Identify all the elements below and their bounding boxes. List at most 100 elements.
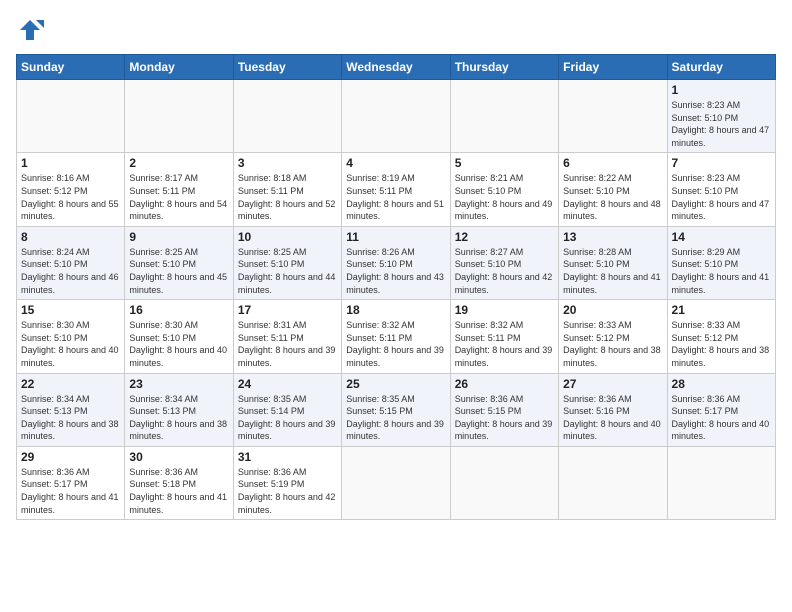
- calendar-cell: 22 Sunrise: 8:34 AMSunset: 5:13 PMDayligh…: [17, 373, 125, 446]
- calendar-cell: [559, 446, 667, 519]
- day-info: Sunrise: 8:28 AMSunset: 5:10 PMDaylight:…: [563, 246, 662, 296]
- calendar-cell: [17, 80, 125, 153]
- calendar-cell: 24Sunrise: 8:35 AMSunset: 5:14 PMDayligh…: [233, 373, 341, 446]
- day-info: Sunrise: 8:25 AMSunset: 5:10 PMDaylight:…: [129, 246, 228, 296]
- day-number: 23: [129, 377, 228, 391]
- column-header-monday: Monday: [125, 55, 233, 80]
- calendar-cell: 1 Sunrise: 8:16 AMSunset: 5:12 PMDaylight…: [17, 153, 125, 226]
- calendar-cell: 30 Sunrise: 8:36 AMSunset: 5:18 PMDayligh…: [125, 446, 233, 519]
- day-info: Sunrise: 8:32 AMSunset: 5:11 PMDaylight:…: [455, 319, 554, 369]
- day-info: Sunrise: 8:32 AMSunset: 5:11 PMDaylight:…: [346, 319, 445, 369]
- day-info: Sunrise: 8:19 AMSunset: 5:11 PMDaylight:…: [346, 172, 445, 222]
- day-number: 30: [129, 450, 228, 464]
- day-number: 22: [21, 377, 120, 391]
- calendar-week-row: 1 Sunrise: 8:23 AMSunset: 5:10 PMDaylight…: [17, 80, 776, 153]
- day-number: 6: [563, 156, 662, 170]
- day-number: 11: [346, 230, 445, 244]
- day-number: 13: [563, 230, 662, 244]
- calendar-cell: 12 Sunrise: 8:27 AMSunset: 5:10 PMDayligh…: [450, 226, 558, 299]
- day-number: 1: [21, 156, 120, 170]
- calendar-cell: [342, 446, 450, 519]
- day-info: Sunrise: 8:21 AMSunset: 5:10 PMDaylight:…: [455, 172, 554, 222]
- day-number: 10: [238, 230, 337, 244]
- calendar-cell: 3 Sunrise: 8:18 AMSunset: 5:11 PMDaylight…: [233, 153, 341, 226]
- calendar-body: 1 Sunrise: 8:23 AMSunset: 5:10 PMDaylight…: [17, 80, 776, 520]
- day-number: 19: [455, 303, 554, 317]
- calendar-cell: 18 Sunrise: 8:32 AMSunset: 5:11 PMDayligh…: [342, 300, 450, 373]
- day-number: 8: [21, 230, 120, 244]
- calendar-header-row: SundayMondayTuesdayWednesdayThursdayFrid…: [17, 55, 776, 80]
- calendar-week-row: 1 Sunrise: 8:16 AMSunset: 5:12 PMDaylight…: [17, 153, 776, 226]
- calendar-cell: [233, 80, 341, 153]
- calendar-cell: 29Sunrise: 8:36 AMSunset: 5:17 PMDayligh…: [17, 446, 125, 519]
- day-number: 21: [672, 303, 771, 317]
- day-info: Sunrise: 8:23 AMSunset: 5:10 PMDaylight:…: [672, 172, 771, 222]
- day-info: Sunrise: 8:34 AMSunset: 5:13 PMDaylight:…: [129, 393, 228, 443]
- calendar-cell: 23 Sunrise: 8:34 AMSunset: 5:13 PMDayligh…: [125, 373, 233, 446]
- day-info: Sunrise: 8:18 AMSunset: 5:11 PMDaylight:…: [238, 172, 337, 222]
- day-info: Sunrise: 8:36 AMSunset: 5:19 PMDaylight:…: [238, 466, 337, 516]
- day-number: 9: [129, 230, 228, 244]
- calendar-cell: 9 Sunrise: 8:25 AMSunset: 5:10 PMDaylight…: [125, 226, 233, 299]
- day-info: Sunrise: 8:33 AMSunset: 5:12 PMDaylight:…: [563, 319, 662, 369]
- calendar-cell: 5 Sunrise: 8:21 AMSunset: 5:10 PMDaylight…: [450, 153, 558, 226]
- day-info: Sunrise: 8:22 AMSunset: 5:10 PMDaylight:…: [563, 172, 662, 222]
- day-info: Sunrise: 8:27 AMSunset: 5:10 PMDaylight:…: [455, 246, 554, 296]
- logo-icon: [16, 16, 44, 44]
- calendar-cell: [450, 446, 558, 519]
- day-info: Sunrise: 8:33 AMSunset: 5:12 PMDaylight:…: [672, 319, 771, 369]
- day-info: Sunrise: 8:30 AMSunset: 5:10 PMDaylight:…: [129, 319, 228, 369]
- day-number: 18: [346, 303, 445, 317]
- day-number: 17: [238, 303, 337, 317]
- day-number: 1: [672, 83, 771, 97]
- calendar-cell: [342, 80, 450, 153]
- day-number: 27: [563, 377, 662, 391]
- day-number: 5: [455, 156, 554, 170]
- day-number: 2: [129, 156, 228, 170]
- calendar-cell: [667, 446, 775, 519]
- header: [16, 16, 776, 44]
- day-number: 20: [563, 303, 662, 317]
- day-info: Sunrise: 8:16 AMSunset: 5:12 PMDaylight:…: [21, 172, 120, 222]
- calendar-cell: 10 Sunrise: 8:25 AMSunset: 5:10 PMDayligh…: [233, 226, 341, 299]
- calendar-cell: 27Sunrise: 8:36 AMSunset: 5:16 PMDayligh…: [559, 373, 667, 446]
- column-header-sunday: Sunday: [17, 55, 125, 80]
- calendar-week-row: 15Sunrise: 8:30 AMSunset: 5:10 PMDayligh…: [17, 300, 776, 373]
- calendar-cell: 1 Sunrise: 8:23 AMSunset: 5:10 PMDaylight…: [667, 80, 775, 153]
- day-number: 25: [346, 377, 445, 391]
- day-info: Sunrise: 8:26 AMSunset: 5:10 PMDaylight:…: [346, 246, 445, 296]
- day-number: 31: [238, 450, 337, 464]
- calendar-cell: 2 Sunrise: 8:17 AMSunset: 5:11 PMDaylight…: [125, 153, 233, 226]
- day-info: Sunrise: 8:29 AMSunset: 5:10 PMDaylight:…: [672, 246, 771, 296]
- calendar-week-row: 8Sunrise: 8:24 AMSunset: 5:10 PMDaylight…: [17, 226, 776, 299]
- calendar-cell: 7Sunrise: 8:23 AMSunset: 5:10 PMDaylight…: [667, 153, 775, 226]
- day-number: 12: [455, 230, 554, 244]
- calendar-cell: [125, 80, 233, 153]
- calendar-cell: [450, 80, 558, 153]
- calendar-cell: 11 Sunrise: 8:26 AMSunset: 5:10 PMDayligh…: [342, 226, 450, 299]
- day-number: 24: [238, 377, 337, 391]
- day-number: 28: [672, 377, 771, 391]
- day-info: Sunrise: 8:36 AMSunset: 5:18 PMDaylight:…: [129, 466, 228, 516]
- calendar-cell: 8Sunrise: 8:24 AMSunset: 5:10 PMDaylight…: [17, 226, 125, 299]
- calendar-cell: 6 Sunrise: 8:22 AMSunset: 5:10 PMDaylight…: [559, 153, 667, 226]
- column-header-thursday: Thursday: [450, 55, 558, 80]
- day-info: Sunrise: 8:31 AMSunset: 5:11 PMDaylight:…: [238, 319, 337, 369]
- calendar-cell: 20 Sunrise: 8:33 AMSunset: 5:12 PMDayligh…: [559, 300, 667, 373]
- calendar-table: SundayMondayTuesdayWednesdayThursdayFrid…: [16, 54, 776, 520]
- calendar-cell: 16 Sunrise: 8:30 AMSunset: 5:10 PMDayligh…: [125, 300, 233, 373]
- calendar-cell: 28 Sunrise: 8:36 AMSunset: 5:17 PMDayligh…: [667, 373, 775, 446]
- day-info: Sunrise: 8:34 AMSunset: 5:13 PMDaylight:…: [21, 393, 120, 443]
- page: SundayMondayTuesdayWednesdayThursdayFrid…: [0, 0, 792, 612]
- day-info: Sunrise: 8:35 AMSunset: 5:15 PMDaylight:…: [346, 393, 445, 443]
- calendar-cell: [559, 80, 667, 153]
- day-info: Sunrise: 8:25 AMSunset: 5:10 PMDaylight:…: [238, 246, 337, 296]
- day-number: 16: [129, 303, 228, 317]
- day-info: Sunrise: 8:17 AMSunset: 5:11 PMDaylight:…: [129, 172, 228, 222]
- day-number: 3: [238, 156, 337, 170]
- day-info: Sunrise: 8:36 AMSunset: 5:17 PMDaylight:…: [672, 393, 771, 443]
- day-info: Sunrise: 8:23 AMSunset: 5:10 PMDaylight:…: [672, 99, 771, 149]
- calendar-cell: 21 Sunrise: 8:33 AMSunset: 5:12 PMDayligh…: [667, 300, 775, 373]
- column-header-friday: Friday: [559, 55, 667, 80]
- day-number: 14: [672, 230, 771, 244]
